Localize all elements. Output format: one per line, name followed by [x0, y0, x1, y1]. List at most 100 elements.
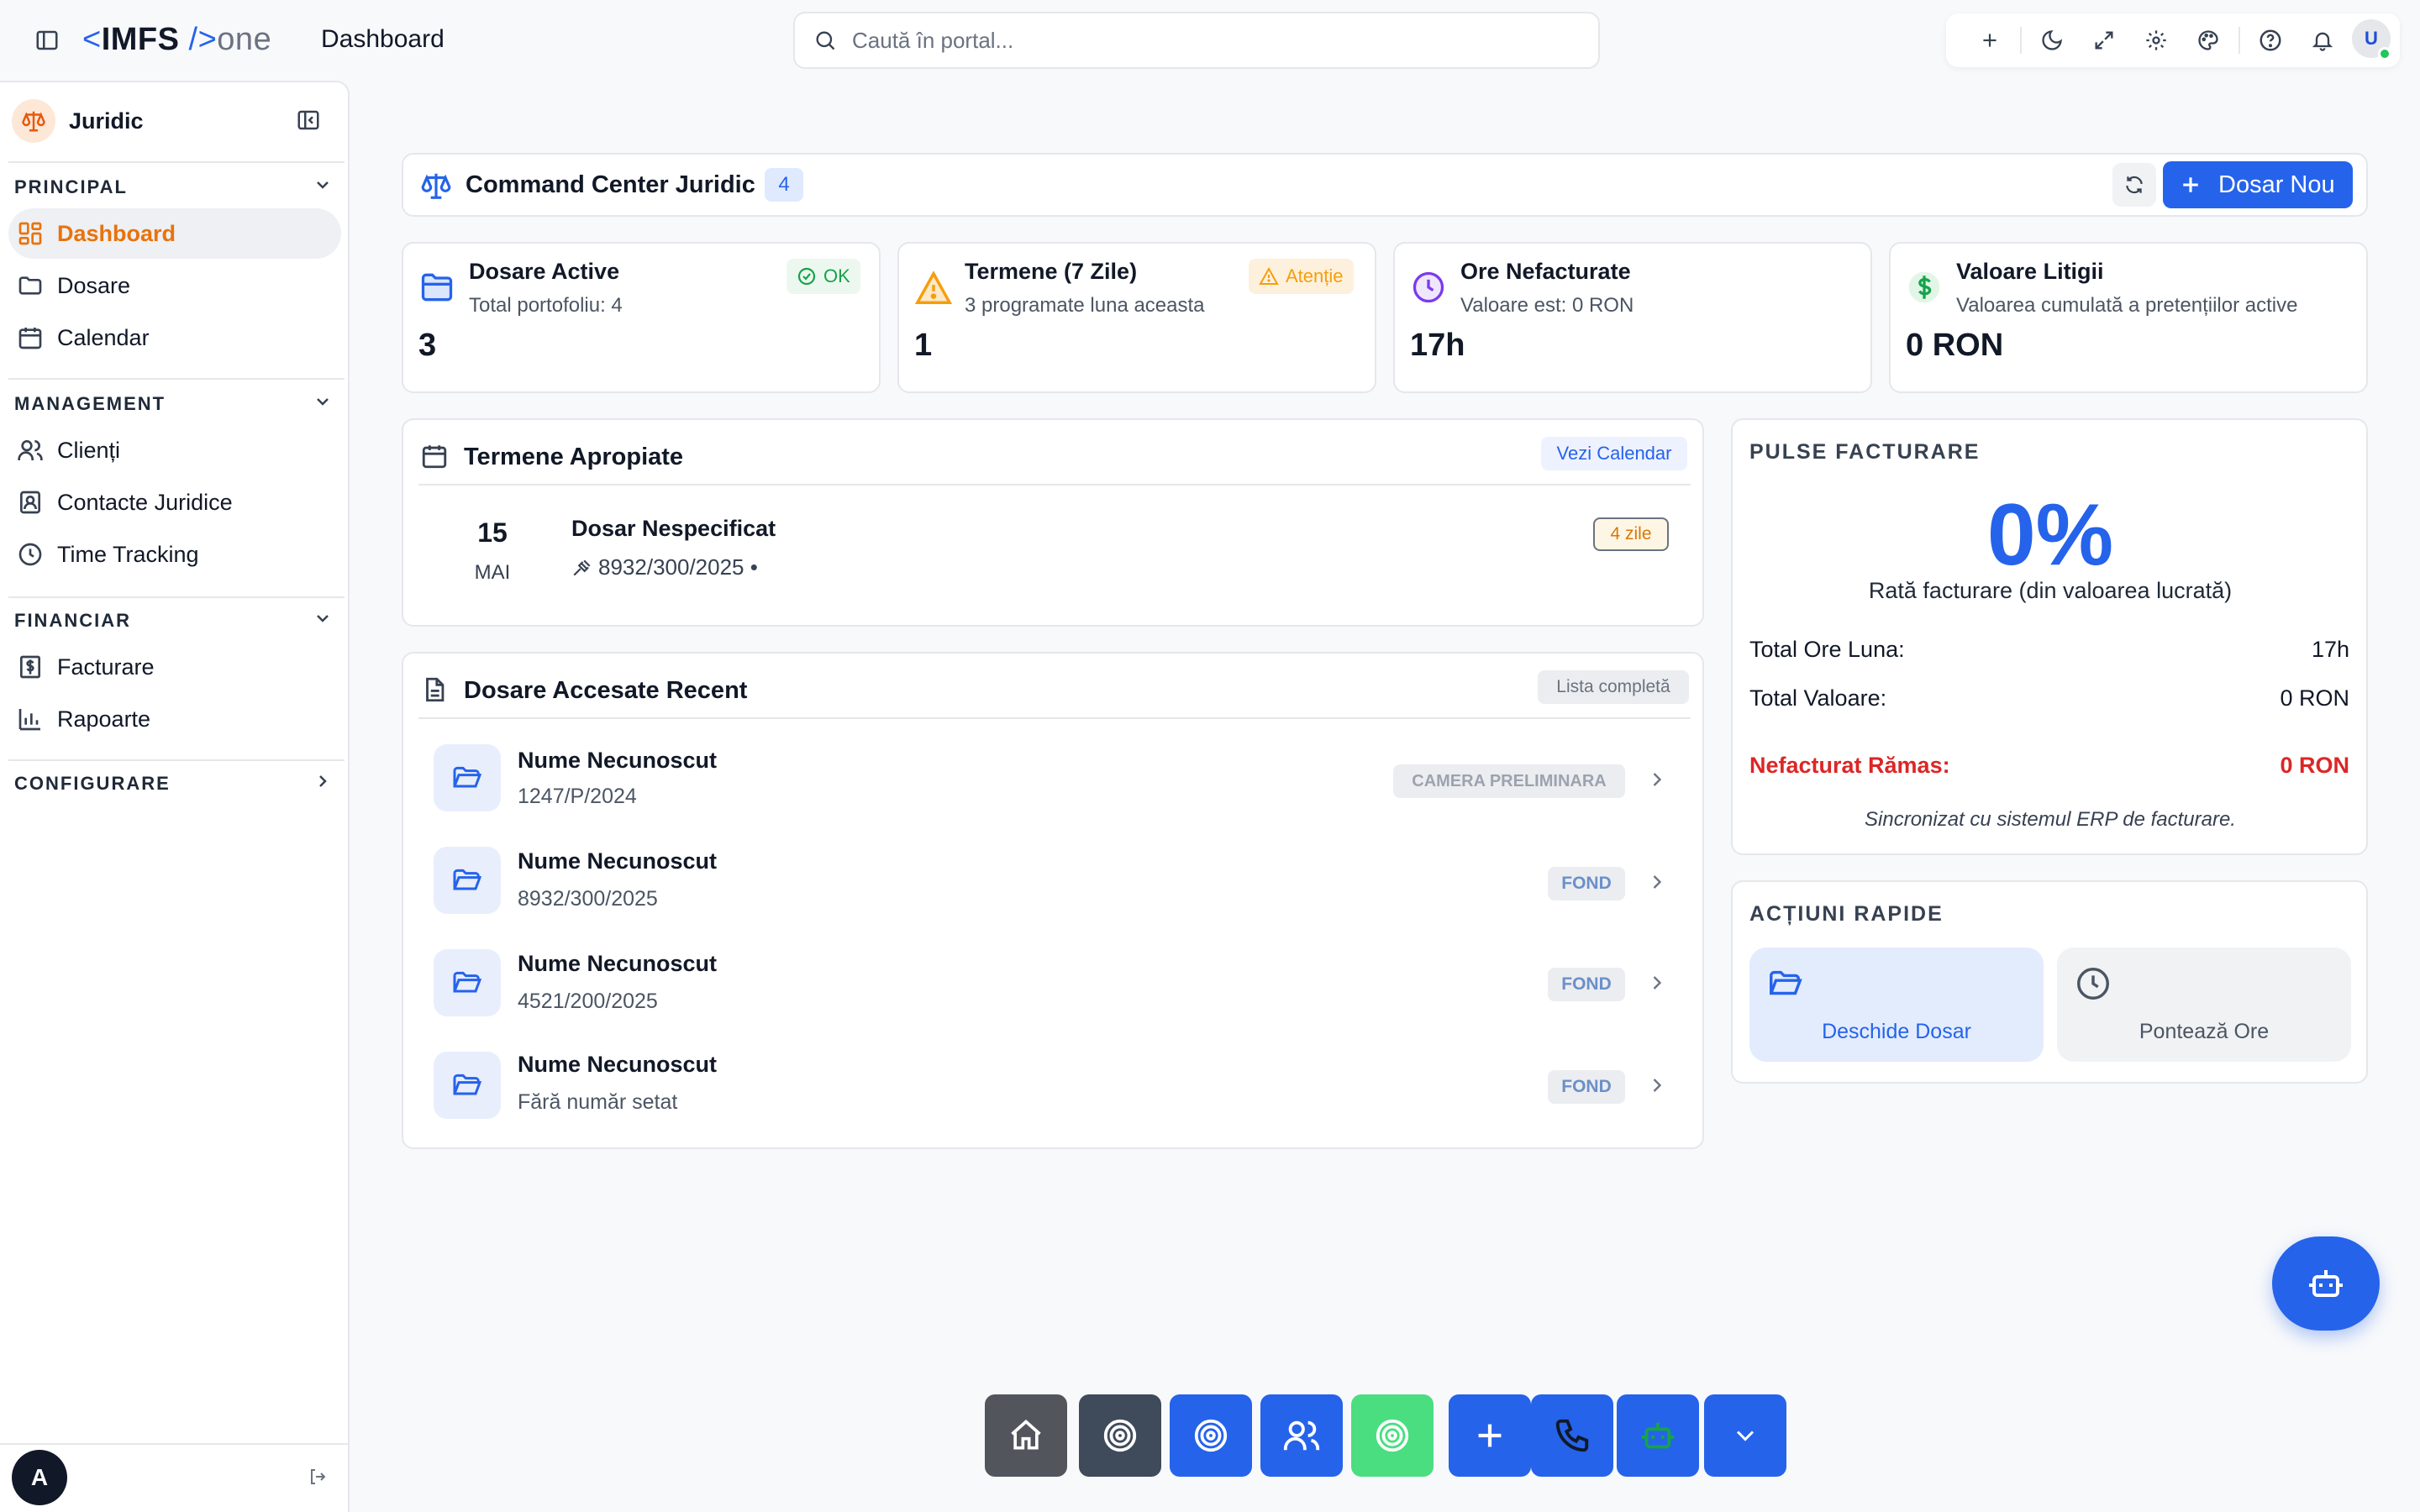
- stat-card-active-cases[interactable]: Dosare Active Total portofoliu: 4 3 OK: [402, 242, 881, 393]
- sidebar-item-dosare[interactable]: Dosare: [8, 260, 341, 311]
- sidebar-item-label: Time Tracking: [57, 541, 199, 567]
- recent-case-row[interactable]: Nume Necunoscut Fără număr setat FOND: [403, 1037, 1702, 1137]
- assistant-bot-button[interactable]: [2272, 1236, 2380, 1331]
- view-calendar-button[interactable]: Vezi Calendar: [1541, 437, 1687, 470]
- section-financiar[interactable]: FINANCIAR: [14, 610, 131, 632]
- bell-icon[interactable]: [2306, 24, 2339, 57]
- online-status-dot: [2378, 47, 2391, 60]
- sidebar-item-label: Calendar: [57, 324, 150, 350]
- dashboard-icon: [15, 218, 45, 249]
- sidebar-item-facturare[interactable]: Facturare: [8, 642, 341, 692]
- command-center-bar: Command Center Juridic 4 Dosar Nou: [402, 153, 2368, 217]
- divider: [8, 161, 345, 163]
- chevron-right-icon[interactable]: [313, 771, 333, 791]
- deadline-case-number: 8932/300/2025 •: [571, 554, 758, 580]
- dock-target-button[interactable]: [1351, 1394, 1434, 1477]
- sidebar-item-label: Contacte Juridice: [57, 489, 233, 515]
- app-logo[interactable]: <IMFS />one: [82, 22, 271, 58]
- sidebar-item-rapoarte[interactable]: Rapoarte: [8, 694, 341, 744]
- chevron-down-icon[interactable]: [313, 391, 333, 412]
- new-case-button[interactable]: Dosar Nou: [2163, 161, 2353, 208]
- expand-icon[interactable]: [2087, 24, 2121, 57]
- gear-icon[interactable]: [2139, 24, 2173, 57]
- section-principal[interactable]: PRINCIPAL: [14, 176, 128, 198]
- stat-title: Dosare Active: [469, 259, 620, 284]
- case-number: 8932/300/2025: [518, 887, 658, 911]
- sidebar-item-dashboard[interactable]: Dashboard: [8, 208, 341, 259]
- gavel-icon: [571, 557, 593, 579]
- dock-home-button[interactable]: [985, 1394, 1067, 1477]
- section-configurare[interactable]: CONFIGURARE: [14, 773, 171, 795]
- case-name: Nume Necunoscut: [518, 1052, 718, 1077]
- dock-users-button[interactable]: [1260, 1394, 1343, 1477]
- chevron-right-icon: [1645, 1074, 1669, 1097]
- recent-case-row[interactable]: Nume Necunoscut 4521/200/2025 FOND: [403, 934, 1702, 1035]
- dock-target-button[interactable]: [1170, 1394, 1252, 1477]
- dollar-icon: [1906, 269, 1943, 306]
- plus-icon[interactable]: [1973, 24, 2007, 57]
- target-icon: [1192, 1416, 1230, 1455]
- billing-rate-value: 0%: [1986, 486, 2114, 584]
- clock-icon: [15, 539, 45, 570]
- chevron-down-icon[interactable]: [313, 608, 333, 628]
- sidebar-item-contacte-juridice[interactable]: Contacte Juridice: [8, 477, 341, 528]
- dock-phone-button[interactable]: [1531, 1394, 1613, 1477]
- folder-open-icon: [434, 949, 501, 1016]
- open-case-button[interactable]: Deschide Dosar: [1749, 948, 2044, 1062]
- logout-icon[interactable]: [308, 1467, 328, 1487]
- total-hours-label: Total Ore Luna:: [1749, 637, 1905, 662]
- stat-card-deadlines[interactable]: Termene (7 Zile) 3 programate luna aceas…: [897, 242, 1376, 393]
- sidebar-item-time-tracking[interactable]: Time Tracking: [8, 529, 341, 580]
- recent-case-row[interactable]: Nume Necunoscut 1247/P/2024 CAMERA PRELI…: [403, 732, 1702, 833]
- status-badge: OK: [786, 259, 860, 294]
- recent-case-row[interactable]: Nume Necunoscut 8932/300/2025 FOND: [403, 833, 1702, 934]
- stat-card-litigation-value[interactable]: Valoare Litigii Valoarea cumulată a pret…: [1889, 242, 2368, 393]
- total-value-value: 0 RON: [2280, 685, 2349, 711]
- users-icon: [15, 435, 45, 465]
- sidebar-item-clienti[interactable]: Clienți: [8, 425, 341, 475]
- search-input[interactable]: [852, 27, 1524, 54]
- contact-icon: [15, 487, 45, 517]
- section-title: Termene Apropiate: [464, 444, 684, 470]
- refresh-button[interactable]: [2112, 163, 2156, 207]
- unbilled-remaining-value: 0 RON: [2280, 753, 2349, 778]
- unbilled-remaining-label: Nefacturat Rămas:: [1749, 753, 1950, 778]
- dock-add-button[interactable]: [1449, 1394, 1531, 1477]
- dock-target-button[interactable]: [1079, 1394, 1161, 1477]
- full-list-button[interactable]: Lista completă: [1538, 670, 1689, 704]
- divider: [8, 596, 345, 598]
- dock-bot-button[interactable]: [1617, 1394, 1699, 1477]
- palette-icon[interactable]: [2191, 24, 2225, 57]
- folder-icon: [15, 270, 45, 301]
- sidebar-item-label: Dashboard: [57, 220, 176, 246]
- log-hours-button[interactable]: Pontează Ore: [2057, 948, 2351, 1062]
- stat-subtitle: Valoare est: 0 RON: [1460, 294, 1634, 317]
- stat-title: Ore Nefacturate: [1460, 259, 1631, 284]
- chevron-down-icon: [1730, 1420, 1760, 1451]
- collapse-sidebar-icon[interactable]: [296, 108, 321, 133]
- chevron-right-icon: [1645, 971, 1669, 995]
- count-badge: 4: [765, 168, 803, 202]
- deadline-row[interactable]: 15 MAI Dosar Nespecificat 8932/300/2025 …: [403, 496, 1702, 613]
- calendar-icon: [15, 323, 45, 353]
- dock-more-button[interactable]: [1704, 1394, 1786, 1477]
- moon-icon[interactable]: [2035, 24, 2069, 57]
- account-avatar[interactable]: A: [12, 1450, 67, 1505]
- due-badge: 4 zile: [1593, 517, 1669, 551]
- chevron-down-icon[interactable]: [313, 175, 333, 195]
- stat-card-unbilled-hours[interactable]: Ore Nefacturate Valoare est: 0 RON 17h: [1393, 242, 1872, 393]
- sidebar-toggle-icon[interactable]: [30, 24, 64, 57]
- sidebar-item-calendar[interactable]: Calendar: [8, 312, 341, 363]
- deadline-number-text: 8932/300/2025 •: [598, 554, 758, 580]
- page-title: Dashboard: [321, 25, 445, 53]
- refresh-icon: [2123, 174, 2145, 196]
- stage-badge: FOND: [1548, 1070, 1625, 1104]
- help-icon[interactable]: [2254, 24, 2287, 57]
- case-number: Fără număr setat: [518, 1090, 678, 1114]
- section-management[interactable]: MANAGEMENT: [14, 393, 166, 415]
- phone-icon: [1553, 1416, 1591, 1455]
- status-badge: Atenție: [1249, 259, 1354, 294]
- case-number: 4521/200/2025: [518, 990, 658, 1013]
- clock-icon: [1410, 269, 1447, 306]
- search-box[interactable]: [793, 12, 1600, 69]
